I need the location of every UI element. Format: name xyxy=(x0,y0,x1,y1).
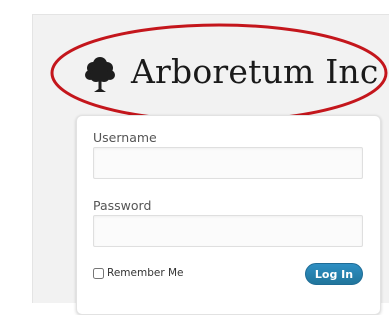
remember-me-label[interactable]: Remember Me xyxy=(107,267,184,279)
brand-header: Arboretum Inc xyxy=(0,0,389,130)
brand-name: Arboretum Inc xyxy=(131,52,379,91)
username-label: Username xyxy=(93,130,157,145)
password-label: Password xyxy=(93,198,152,213)
username-input[interactable] xyxy=(93,147,363,179)
password-input[interactable] xyxy=(93,215,363,247)
login-form: Username Password Remember Me Log In xyxy=(76,115,381,315)
tree-icon xyxy=(85,57,115,92)
login-button[interactable]: Log In xyxy=(305,263,363,285)
remember-me-checkbox[interactable] xyxy=(93,267,104,279)
remember-me: Remember Me xyxy=(93,267,184,279)
